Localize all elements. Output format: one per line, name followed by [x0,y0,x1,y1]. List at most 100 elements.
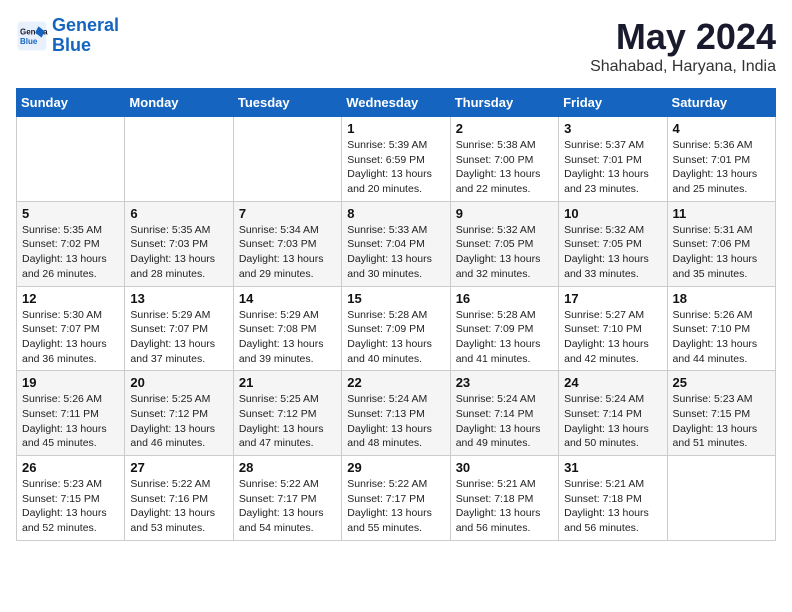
calendar-week-1: 1 Sunrise: 5:39 AM Sunset: 6:59 PM Daylig… [17,117,776,202]
calendar-week-4: 19 Sunrise: 5:26 AM Sunset: 7:11 PM Dayli… [17,371,776,456]
calendar-cell: 18 Sunrise: 5:26 AM Sunset: 7:10 PM Dayli… [667,286,775,371]
calendar-cell: 17Sunrise: 5:27 AM Sunset: 7:10 PM Dayli… [559,286,667,371]
day-info: Sunrise: 5:26 AM Sunset: 7:11 PM Dayligh… [22,392,119,451]
day-number: 2 [456,121,553,136]
location-subtitle: Shahabad, Haryana, India [590,58,776,76]
day-number: 30 [456,460,553,475]
calendar-cell [125,117,233,202]
calendar-table: SundayMondayTuesdayWednesdayThursdayFrid… [16,88,776,541]
weekday-header-saturday: Saturday [667,89,775,117]
day-info: Sunrise: 5:22 AM Sunset: 7:16 PM Dayligh… [130,477,227,536]
logo-general: General [52,15,119,35]
weekday-header-friday: Friday [559,89,667,117]
calendar-cell: 13 Sunrise: 5:29 AM Sunset: 7:07 PM Dayli… [125,286,233,371]
day-number: 1 [347,121,444,136]
calendar-cell: 4 Sunrise: 5:36 AM Sunset: 7:01 PM Daylig… [667,117,775,202]
calendar-cell: 26 Sunrise: 5:23 AM Sunset: 7:15 PM Dayli… [17,456,125,541]
day-info: Sunrise: 5:23 AM Sunset: 7:15 PM Dayligh… [22,477,119,536]
day-number: 26 [22,460,119,475]
calendar-cell: 10 Sunrise: 5:32 AM Sunset: 7:05 PM Dayli… [559,201,667,286]
weekday-header-thursday: Thursday [450,89,558,117]
logo-blue: Blue [52,35,91,55]
logo: General Blue General Blue [16,16,119,56]
day-info: Sunrise: 5:21 AM Sunset: 7:18 PM Dayligh… [456,477,553,536]
calendar-cell: 14 Sunrise: 5:29 AM Sunset: 7:08 PM Dayli… [233,286,341,371]
weekday-header-tuesday: Tuesday [233,89,341,117]
logo-icon: General Blue [16,20,48,52]
calendar-cell [17,117,125,202]
day-info: Sunrise: 5:35 AM Sunset: 7:03 PM Dayligh… [130,223,227,282]
day-number: 29 [347,460,444,475]
title-area: May 2024 Shahabad, Haryana, India [590,16,776,76]
day-number: 9 [456,206,553,221]
day-info: Sunrise: 5:39 AM Sunset: 6:59 PM Dayligh… [347,138,444,197]
day-number: 4 [673,121,770,136]
calendar-cell: 12Sunrise: 5:30 AM Sunset: 7:07 PM Dayli… [17,286,125,371]
day-number: 24 [564,375,661,390]
calendar-cell: 11Sunrise: 5:31 AM Sunset: 7:06 PM Dayli… [667,201,775,286]
calendar-cell: 24 Sunrise: 5:24 AM Sunset: 7:14 PM Dayli… [559,371,667,456]
calendar-cell [233,117,341,202]
calendar-cell [667,456,775,541]
month-year-title: May 2024 [590,16,776,58]
calendar-cell: 21Sunrise: 5:25 AM Sunset: 7:12 PM Dayli… [233,371,341,456]
day-number: 16 [456,291,553,306]
calendar-cell: 15 Sunrise: 5:28 AM Sunset: 7:09 PM Dayli… [342,286,450,371]
calendar-cell: 23 Sunrise: 5:24 AM Sunset: 7:14 PM Dayli… [450,371,558,456]
calendar-cell: 27Sunrise: 5:22 AM Sunset: 7:16 PM Dayli… [125,456,233,541]
day-info: Sunrise: 5:31 AM Sunset: 7:06 PM Dayligh… [673,223,770,282]
weekday-header-row: SundayMondayTuesdayWednesdayThursdayFrid… [17,89,776,117]
day-number: 20 [130,375,227,390]
calendar-cell: 20Sunrise: 5:25 AM Sunset: 7:12 PM Dayli… [125,371,233,456]
day-info: Sunrise: 5:34 AM Sunset: 7:03 PM Dayligh… [239,223,336,282]
day-number: 23 [456,375,553,390]
day-info: Sunrise: 5:35 AM Sunset: 7:02 PM Dayligh… [22,223,119,282]
calendar-cell: 2 Sunrise: 5:38 AM Sunset: 7:00 PM Daylig… [450,117,558,202]
calendar-cell: 1 Sunrise: 5:39 AM Sunset: 6:59 PM Daylig… [342,117,450,202]
day-number: 22 [347,375,444,390]
page-header: General Blue General Blue May 2024 Shaha… [16,16,776,76]
day-number: 8 [347,206,444,221]
day-number: 10 [564,206,661,221]
day-info: Sunrise: 5:29 AM Sunset: 7:08 PM Dayligh… [239,308,336,367]
day-info: Sunrise: 5:27 AM Sunset: 7:10 PM Dayligh… [564,308,661,367]
day-number: 18 [673,291,770,306]
day-info: Sunrise: 5:24 AM Sunset: 7:14 PM Dayligh… [456,392,553,451]
day-number: 15 [347,291,444,306]
day-number: 13 [130,291,227,306]
day-number: 6 [130,206,227,221]
weekday-header-monday: Monday [125,89,233,117]
day-number: 31 [564,460,661,475]
day-info: Sunrise: 5:24 AM Sunset: 7:14 PM Dayligh… [564,392,661,451]
day-info: Sunrise: 5:37 AM Sunset: 7:01 PM Dayligh… [564,138,661,197]
day-number: 7 [239,206,336,221]
day-number: 28 [239,460,336,475]
day-number: 5 [22,206,119,221]
calendar-cell: 3 Sunrise: 5:37 AM Sunset: 7:01 PM Daylig… [559,117,667,202]
day-number: 25 [673,375,770,390]
day-info: Sunrise: 5:32 AM Sunset: 7:05 PM Dayligh… [456,223,553,282]
day-info: Sunrise: 5:36 AM Sunset: 7:01 PM Dayligh… [673,138,770,197]
day-info: Sunrise: 5:33 AM Sunset: 7:04 PM Dayligh… [347,223,444,282]
day-number: 19 [22,375,119,390]
day-info: Sunrise: 5:32 AM Sunset: 7:05 PM Dayligh… [564,223,661,282]
day-info: Sunrise: 5:22 AM Sunset: 7:17 PM Dayligh… [239,477,336,536]
day-info: Sunrise: 5:38 AM Sunset: 7:00 PM Dayligh… [456,138,553,197]
day-info: Sunrise: 5:26 AM Sunset: 7:10 PM Dayligh… [673,308,770,367]
day-number: 3 [564,121,661,136]
weekday-header-wednesday: Wednesday [342,89,450,117]
day-info: Sunrise: 5:21 AM Sunset: 7:18 PM Dayligh… [564,477,661,536]
day-number: 21 [239,375,336,390]
calendar-cell: 7 Sunrise: 5:34 AM Sunset: 7:03 PM Daylig… [233,201,341,286]
day-number: 14 [239,291,336,306]
day-info: Sunrise: 5:22 AM Sunset: 7:17 PM Dayligh… [347,477,444,536]
day-info: Sunrise: 5:28 AM Sunset: 7:09 PM Dayligh… [347,308,444,367]
day-info: Sunrise: 5:24 AM Sunset: 7:13 PM Dayligh… [347,392,444,451]
day-info: Sunrise: 5:29 AM Sunset: 7:07 PM Dayligh… [130,308,227,367]
calendar-cell: 28 Sunrise: 5:22 AM Sunset: 7:17 PM Dayli… [233,456,341,541]
calendar-cell: 5 Sunrise: 5:35 AM Sunset: 7:02 PM Daylig… [17,201,125,286]
day-number: 12 [22,291,119,306]
calendar-cell: 29 Sunrise: 5:22 AM Sunset: 7:17 PM Dayli… [342,456,450,541]
calendar-cell: 19 Sunrise: 5:26 AM Sunset: 7:11 PM Dayli… [17,371,125,456]
calendar-cell: 8 Sunrise: 5:33 AM Sunset: 7:04 PM Daylig… [342,201,450,286]
